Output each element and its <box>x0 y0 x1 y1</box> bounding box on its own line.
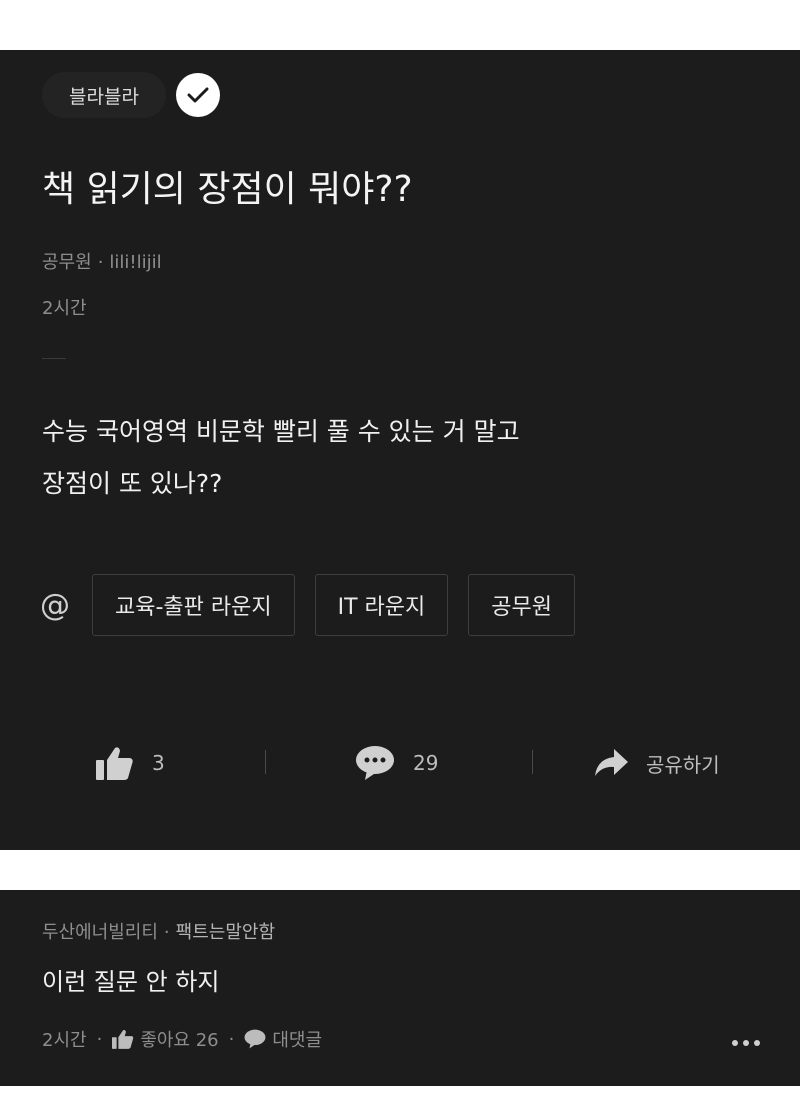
reply-button[interactable]: 대댓글 <box>244 1026 322 1052</box>
board-row: 블라블라 <box>42 72 220 118</box>
comment-button[interactable]: 29 <box>355 738 438 788</box>
dot <box>732 1040 738 1046</box>
dot <box>743 1040 749 1046</box>
share-label: 공유하기 <box>646 752 720 777</box>
post-title: 책 읽기의 장점이 뭐야?? <box>42 169 413 210</box>
tag-chip[interactable]: IT 라운지 <box>314 574 449 636</box>
author-nick: lili!lijil <box>109 252 162 273</box>
comment-meta: 2시간 · 좋아요 26 · 대댓글 <box>42 1026 322 1052</box>
comment-like-button[interactable]: 좋아요 26 <box>112 1026 219 1052</box>
comment-card: 두산에너빌리티 · 팩트는말안함 이런 질문 안 하지 2시간 · 좋아요 26 ·… <box>0 890 800 1086</box>
comment-nick: 팩트는말안함 <box>175 922 276 943</box>
check-icon <box>175 73 220 117</box>
tag-chip[interactable]: 공무원 <box>468 574 575 636</box>
dot <box>754 1040 760 1046</box>
comment-like-label: 좋아요 26 <box>140 1030 219 1051</box>
tag-row: @ 교육-출판 라운지 IT 라운지 공무원 <box>40 574 595 636</box>
comment-bubble-icon <box>356 746 394 780</box>
author-line[interactable]: 공무원 · lili!lijil <box>42 248 162 274</box>
comment-company: 두산에너빌리티 <box>42 922 158 943</box>
post-body: 수능 국어영역 비문학 빨리 풀 수 있는 거 말고 장점이 또 있나?? <box>42 406 762 510</box>
like-count: 3 <box>152 751 165 775</box>
body-line: 수능 국어영역 비문학 빨리 풀 수 있는 거 말고 <box>42 417 520 446</box>
separator-dot: · <box>96 1028 103 1050</box>
author-company: 공무원 <box>42 252 92 273</box>
divider <box>265 750 266 774</box>
post-card: 블라블라 책 읽기의 장점이 뭐야?? 공무원 · lili!lijil 2시간 수… <box>0 50 800 850</box>
comment-time: 2시간 <box>42 1030 87 1051</box>
separator-dot: · <box>228 1028 235 1050</box>
at-icon: @ <box>40 587 70 623</box>
thumbs-up-icon <box>96 747 133 780</box>
divider <box>532 750 533 774</box>
more-dots-icon[interactable] <box>732 1040 760 1046</box>
share-arrow-icon <box>595 749 628 776</box>
board-chip[interactable]: 블라블라 <box>42 72 166 118</box>
reply-label: 대댓글 <box>272 1030 323 1051</box>
body-line: 장점이 또 있나?? <box>42 469 223 498</box>
separator-dot: · <box>163 922 170 943</box>
comment-text: 이런 질문 안 하지 <box>42 968 220 996</box>
post-time: 2시간 <box>42 298 87 319</box>
thumbs-up-icon <box>112 1029 134 1049</box>
separator-dot: · <box>97 252 104 273</box>
share-button[interactable]: 공유하기 <box>594 738 720 788</box>
comment-bubble-icon <box>244 1029 266 1049</box>
action-bar: 3 29 공유하기 <box>0 738 800 788</box>
comment-count: 29 <box>413 751 439 775</box>
divider <box>42 358 66 359</box>
tag-chip[interactable]: 교육-출판 라운지 <box>92 574 295 636</box>
comment-author[interactable]: 두산에너빌리티 · 팩트는말안함 <box>42 918 275 944</box>
like-button[interactable]: 3 <box>96 738 165 788</box>
